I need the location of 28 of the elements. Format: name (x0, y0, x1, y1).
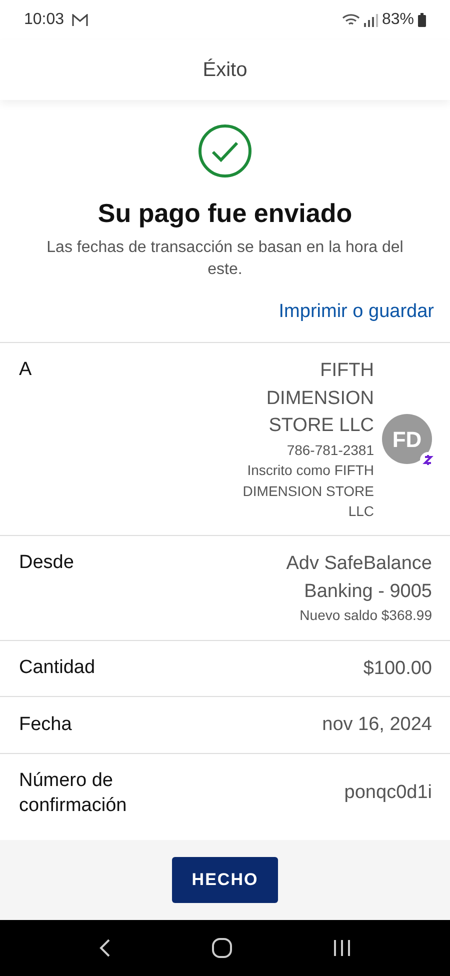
detail-value: ponqc0d1i (344, 781, 432, 806)
detail-value: nov 16, 2024 (322, 713, 432, 738)
account-name: Adv SafeBalance Banking - 9005 (285, 552, 432, 604)
recent-apps-icon[interactable] (333, 939, 352, 957)
detail-label: Fecha (19, 713, 72, 737)
done-button[interactable]: HECHO (172, 857, 278, 903)
recipient-phone: 786-781-2381 (286, 440, 374, 460)
success-check-icon (198, 124, 252, 178)
page-title: Éxito (202, 58, 248, 83)
recipient-name: FIFTH DIMENSION STORE LLC (265, 359, 374, 438)
signal-icon (364, 14, 378, 26)
battery-icon (418, 13, 426, 27)
new-balance: Nuevo saldo $368.99 (300, 606, 432, 626)
back-icon[interactable] (98, 938, 111, 958)
detail-label: Número de confirmación (19, 768, 128, 818)
detail-label: A (19, 358, 32, 382)
battery-percent: 83% (382, 10, 414, 30)
detail-label: Desde (19, 551, 74, 576)
wifi-icon (342, 13, 360, 27)
success-heading: Su pago fue enviado (98, 197, 352, 230)
print-save-link[interactable]: Imprimir o guardar (278, 298, 434, 326)
detail-label: Cantidad (19, 656, 96, 680)
mail-icon (72, 14, 88, 26)
home-icon[interactable] (212, 938, 232, 958)
status-time: 10:03 (24, 10, 64, 30)
timezone-note: Las fechas de transacción se basan en la hora del este. (46, 238, 404, 280)
detail-value: $100.00 (363, 656, 432, 680)
enrolled-name: Inscrito como FIFTH DIMENSION STORE LLC (242, 461, 374, 521)
